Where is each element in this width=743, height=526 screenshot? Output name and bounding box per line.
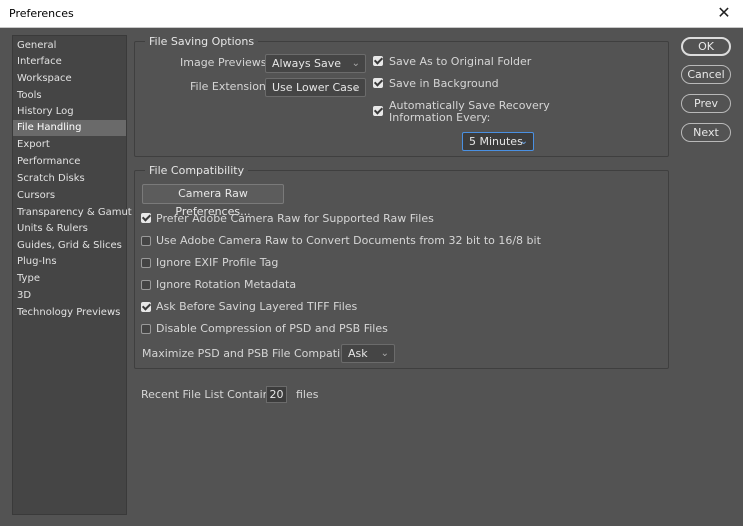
disable-compression-checkbox[interactable] <box>141 324 151 334</box>
sidebar-item-performance[interactable]: Performance <box>13 154 126 170</box>
maximize-compat-label: Maximize PSD and PSB File Compatibility: <box>142 347 371 360</box>
sidebar-item-type[interactable]: Type <box>13 271 126 287</box>
recent-files-suffix: files <box>296 388 319 401</box>
sidebar-item-scratch-disks[interactable]: Scratch Disks <box>13 171 126 187</box>
sidebar-item-cursors[interactable]: Cursors <box>13 188 126 204</box>
image-previews-value: Always Save <box>272 57 342 70</box>
chevron-down-icon: ⌄ <box>351 82 360 93</box>
save-as-original-checkbox[interactable] <box>373 56 383 66</box>
file-extension-label: File Extension: <box>190 80 270 93</box>
maximize-compat-value: Ask <box>348 347 368 360</box>
ask-tiff-checkbox[interactable] <box>141 302 151 312</box>
title-bar <box>0 0 743 28</box>
cancel-button[interactable]: Cancel <box>681 65 731 84</box>
prefer-camera-raw-label: Prefer Adobe Camera Raw for Supported Ra… <box>156 212 434 225</box>
disable-compression-label: Disable Compression of PSD and PSB Files <box>156 322 388 335</box>
sidebar-item-history-log[interactable]: History Log <box>13 104 126 120</box>
save-in-background-label: Save in Background <box>389 77 499 90</box>
sidebar-item-3d[interactable]: 3D <box>13 288 126 304</box>
file-compatibility-title: File Compatibility <box>145 164 249 177</box>
file-extension-value: Use Lower Case <box>272 81 360 94</box>
prefer-camera-raw-checkbox[interactable] <box>141 213 151 223</box>
camera-raw-convert-label: Use Adobe Camera Raw to Convert Document… <box>156 234 541 247</box>
image-previews-label: Image Previews: <box>180 56 271 69</box>
camera-raw-convert-checkbox[interactable] <box>141 236 151 246</box>
sidebar-item-interface[interactable]: Interface <box>13 54 126 70</box>
next-button[interactable]: Next <box>681 123 731 142</box>
sidebar-item-units-rulers[interactable]: Units & Rulers <box>13 221 126 237</box>
ignore-rotation-checkbox[interactable] <box>141 280 151 290</box>
prev-button[interactable]: Prev <box>681 94 731 113</box>
save-in-background-checkbox[interactable] <box>373 78 383 88</box>
sidebar-item-tools[interactable]: Tools <box>13 88 126 104</box>
recent-files-input[interactable]: 20 <box>266 386 287 403</box>
maximize-compat-dropdown[interactable]: Ask ⌄ <box>341 344 395 363</box>
file-extension-dropdown[interactable]: Use Lower Case ⌄ <box>265 78 366 97</box>
sidebar-item-guides-grid-slices[interactable]: Guides, Grid & Slices <box>13 238 126 254</box>
chevron-down-icon: ⌄ <box>351 58 360 69</box>
sidebar-item-technology-previews[interactable]: Technology Previews <box>13 305 126 321</box>
sidebar-item-file-handling[interactable]: File Handling <box>13 120 126 136</box>
ask-tiff-label: Ask Before Saving Layered TIFF Files <box>156 300 358 313</box>
sidebar-item-plug-ins[interactable]: Plug-Ins <box>13 254 126 270</box>
recent-files-label: Recent File List Contains: <box>141 388 280 401</box>
ignore-exif-checkbox[interactable] <box>141 258 151 268</box>
save-as-original-label: Save As to Original Folder <box>389 55 532 68</box>
auto-save-label-line2: Information Every: <box>389 111 491 124</box>
auto-save-interval-dropdown[interactable]: 5 Minutes ⌄ <box>462 132 534 151</box>
sidebar-item-transparency-gamut[interactable]: Transparency & Gamut <box>13 205 132 221</box>
sidebar-item-workspace[interactable]: Workspace <box>13 71 126 87</box>
image-previews-dropdown[interactable]: Always Save ⌄ <box>265 54 366 73</box>
ok-button[interactable]: OK <box>681 37 731 56</box>
ignore-rotation-label: Ignore Rotation Metadata <box>156 278 297 291</box>
file-saving-options-title: File Saving Options <box>145 35 259 48</box>
auto-save-checkbox[interactable] <box>373 106 383 116</box>
auto-save-interval-value: 5 Minutes <box>469 135 523 148</box>
sidebar-item-export[interactable]: Export <box>13 137 126 153</box>
chevron-down-icon: ⌄ <box>380 348 389 359</box>
sidebar-item-general[interactable]: General <box>13 38 126 54</box>
close-icon[interactable]: ✕ <box>715 3 733 23</box>
chevron-down-icon: ⌄ <box>519 136 528 147</box>
preferences-sidebar: General Interface Workspace Tools Histor… <box>12 35 132 515</box>
ignore-exif-label: Ignore EXIF Profile Tag <box>156 256 279 269</box>
camera-raw-preferences-button[interactable]: Camera Raw Preferences... <box>142 184 284 218</box>
window-title: Preferences <box>9 7 74 20</box>
